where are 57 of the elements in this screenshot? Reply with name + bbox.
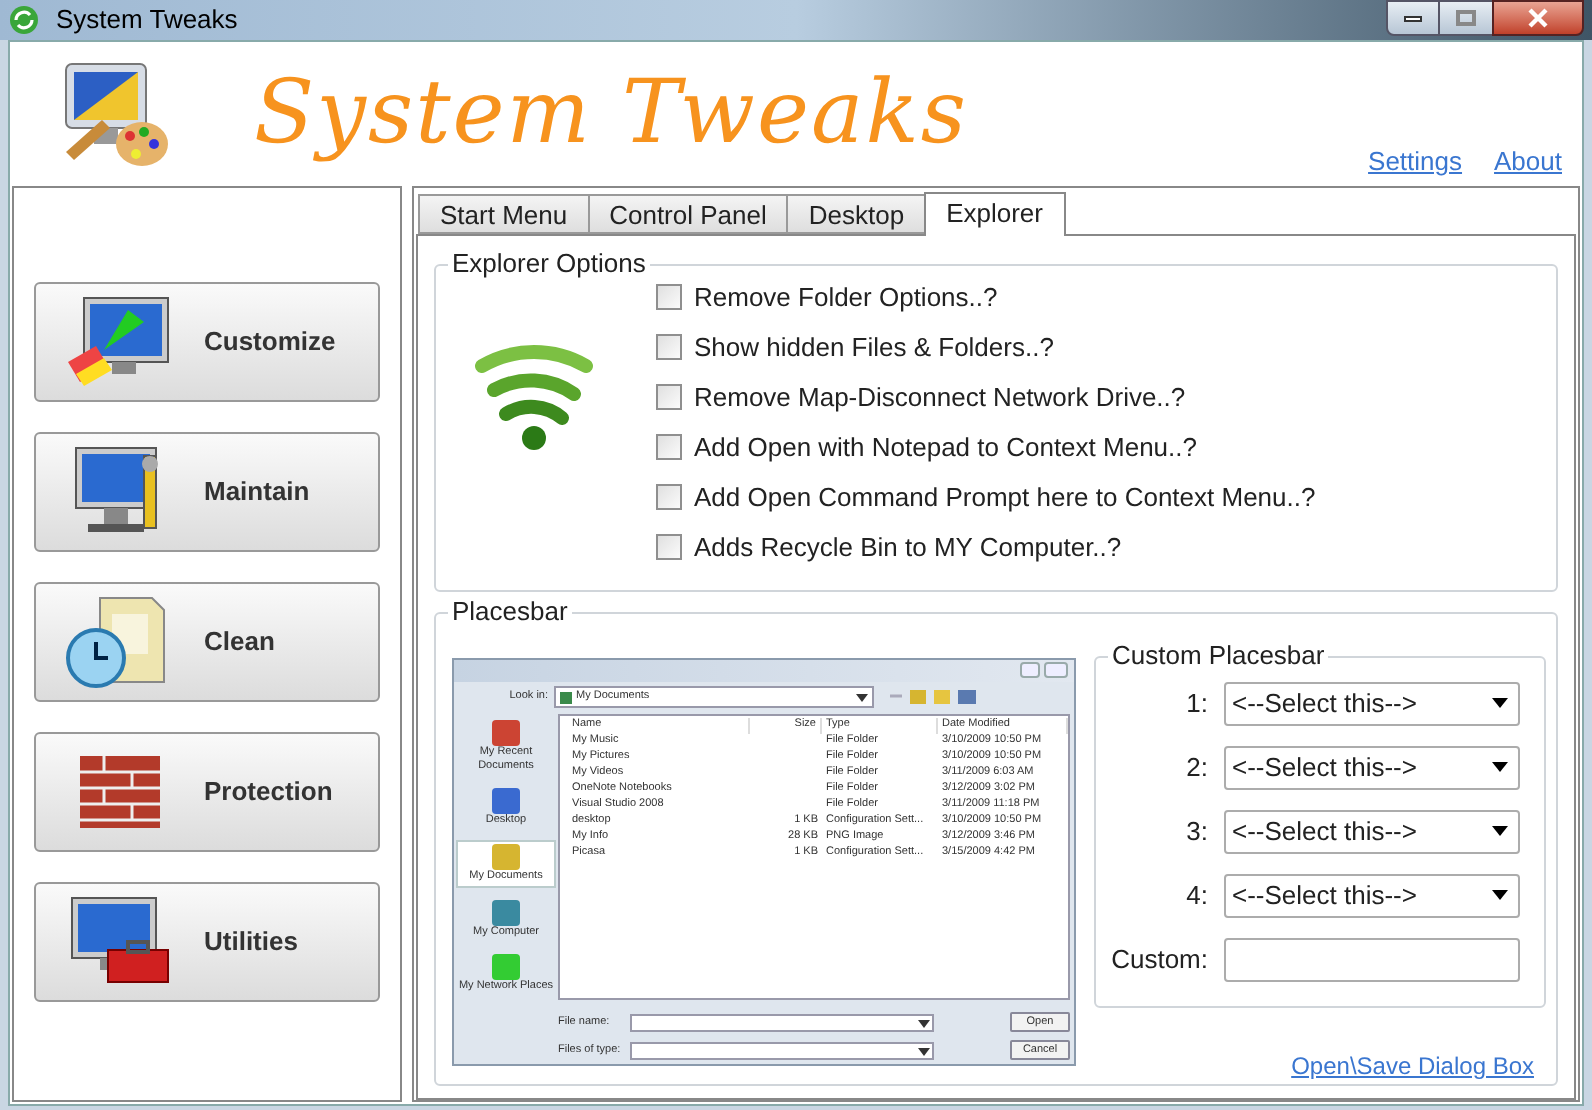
header-link[interactable]: Settings [1368, 142, 1463, 181]
slot-label: 1: [1184, 685, 1210, 722]
sidebar-button[interactable]: Protection [34, 731, 380, 851]
caret-icon [856, 693, 868, 706]
select-dropdown[interactable]: <--Select this--> [1224, 809, 1520, 853]
maximize-button[interactable] [1440, 0, 1492, 36]
input-field[interactable] [630, 1041, 934, 1059]
sidebar-button[interactable]: Utilities [34, 881, 380, 1001]
app-title: System Tweaks [254, 59, 968, 167]
caret-icon [1492, 762, 1508, 772]
group-title: Custom Placesbar [1108, 639, 1329, 671]
help-button[interactable] [1020, 662, 1040, 679]
caret-icon [918, 1047, 930, 1059]
checkbox[interactable] [656, 484, 682, 510]
minimize-button[interactable] [1386, 0, 1440, 36]
sidebar-button[interactable]: Clean [34, 581, 380, 701]
checkbox[interactable] [656, 434, 682, 460]
checkbox[interactable] [656, 384, 682, 410]
refresh-icon [8, 3, 40, 36]
tab[interactable]: Desktop [786, 193, 927, 233]
input-field[interactable] [1224, 937, 1520, 981]
select-dropdown[interactable]: <--Select this--> [1224, 745, 1520, 789]
window-title: System Tweaks [56, 2, 238, 38]
group-title: Placesbar [448, 595, 572, 627]
close-icon [1526, 8, 1550, 28]
group-title: Explorer Options [448, 247, 650, 279]
sidebar-button[interactable]: Customize [34, 281, 380, 401]
select-dropdown[interactable]: <--Select this--> [1224, 873, 1520, 917]
sidebar-button[interactable]: Maintain [34, 431, 380, 551]
tab[interactable]: Explorer [924, 191, 1065, 235]
caret-icon [1492, 698, 1508, 708]
slot-label: 3: [1184, 813, 1210, 850]
tab[interactable]: Start Menu [418, 193, 590, 233]
input-field[interactable] [630, 1013, 934, 1031]
checkbox-label: Remove Map-Disconnect Network Drive..? [694, 379, 1186, 416]
toolbar-icons-drawing [886, 688, 982, 707]
maximize-icon [1456, 10, 1476, 26]
checkbox-label: Add Open with Notepad to Context Menu..? [694, 429, 1197, 466]
slot-label: 2: [1184, 749, 1210, 786]
caret-icon [1492, 826, 1508, 836]
checkbox-label: Add Open Command Prompt here to Context Menu..? [694, 479, 1316, 516]
tab[interactable]: Control Panel [587, 193, 789, 233]
select-dropdown[interactable]: <--Select this--> [1224, 681, 1520, 725]
slot-label: 4: [1184, 877, 1210, 914]
minimize-icon [1404, 15, 1422, 21]
header-link[interactable]: About [1494, 142, 1562, 181]
checkbox-label: Remove Folder Options..? [694, 279, 998, 316]
caret-icon [918, 1019, 930, 1031]
checkbox-label: Adds Recycle Bin to MY Computer..? [694, 529, 1122, 566]
checkbox[interactable] [656, 284, 682, 310]
slot-label: Custom: [1109, 941, 1210, 978]
checkbox-label: Show hidden Files & Folders..? [694, 329, 1054, 366]
checkbox[interactable] [656, 534, 682, 560]
dialog-link[interactable]: Open\Save Dialog Box [1291, 1047, 1534, 1083]
caret-icon [1492, 890, 1508, 900]
checkbox[interactable] [656, 334, 682, 360]
close-button[interactable] [1492, 0, 1584, 36]
